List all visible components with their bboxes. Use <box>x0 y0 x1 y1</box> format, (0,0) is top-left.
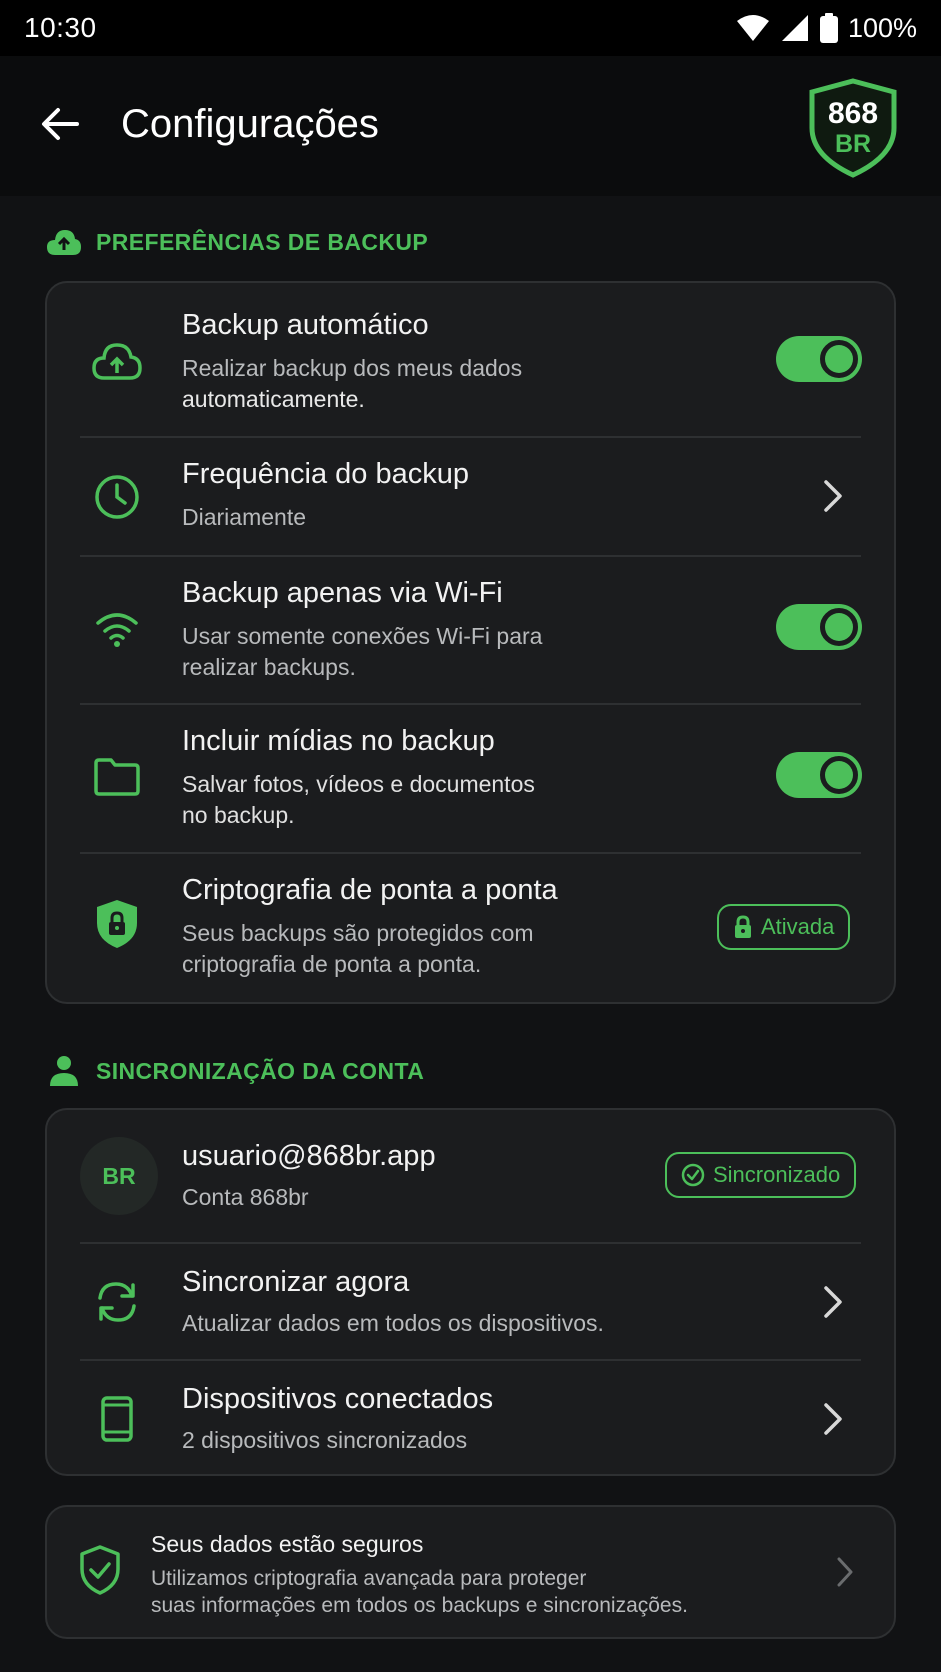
status-icons: 100% <box>736 13 917 44</box>
app-bar: Configurações 868 BR <box>0 56 941 196</box>
app-logo: 868 BR <box>809 78 897 178</box>
wifi-icon <box>89 601 145 657</box>
row-title: Incluir mídias no backup <box>182 725 495 757</box>
backup-frequency-row[interactable]: Frequência do backup Diariamente <box>47 438 894 555</box>
row-subtitle: Realizar backup dos meus dados automatic… <box>182 355 523 412</box>
page-title: Configurações <box>121 102 379 146</box>
shield-check-icon <box>80 1545 120 1595</box>
backup-section-header: PREFERÊNCIAS DE BACKUP <box>46 228 428 256</box>
shield-lock-icon <box>89 896 145 952</box>
wifi-only-row[interactable]: Backup apenas via Wi-Fi Usar somente con… <box>47 557 894 703</box>
encryption-row: Criptografia de ponta a ponta Seus backu… <box>47 854 894 1004</box>
chevron-right-icon <box>817 1282 849 1322</box>
include-media-row[interactable]: Incluir mídias no backup Salvar fotos, v… <box>47 705 894 852</box>
battery-icon <box>819 13 838 43</box>
sync-icon <box>89 1274 145 1330</box>
badge-label: Ativada <box>761 914 835 939</box>
account-section-header: SINCRONIZAÇÃO DA CONTA <box>46 1055 424 1087</box>
auto-backup-row[interactable]: Backup automático Realizar backup dos me… <box>47 283 894 436</box>
row-title: Frequência do backup <box>182 458 469 490</box>
svg-text:868: 868 <box>828 97 878 130</box>
arrow-back-icon <box>42 108 79 140</box>
chevron-right-icon <box>817 1399 849 1439</box>
account-name: Conta 868br <box>182 1184 309 1210</box>
row-subtitle: 2 dispositivos sincronizados <box>182 1427 468 1453</box>
person-icon <box>50 1056 78 1086</box>
signal-icon <box>781 15 808 41</box>
chevron-right-icon <box>837 1557 853 1592</box>
back-button[interactable] <box>36 100 84 148</box>
info-title: Seus dados estão seguros <box>151 1531 424 1557</box>
connected-devices-row[interactable]: Dispositivos conectados 2 dispositivos s… <box>47 1361 894 1476</box>
chevron-right-icon <box>817 476 849 516</box>
cloud-upload-icon <box>47 230 81 255</box>
row-subtitle: Diariamente <box>182 504 306 530</box>
svg-text:BR: BR <box>835 130 871 158</box>
data-security-card[interactable]: Seus dados estão seguros Utilizamos crip… <box>45 1505 896 1639</box>
folder-icon <box>89 749 145 805</box>
row-subtitle: Seus backups são protegidos com criptogr… <box>182 920 534 977</box>
lock-icon <box>735 915 751 938</box>
account-email: usuario@868br.app <box>182 1140 436 1172</box>
status-bar: 10:30 100% <box>0 0 941 56</box>
auto-backup-toggle[interactable] <box>776 336 862 382</box>
account-card: BR usuario@868br.app Conta 868br Sincron… <box>45 1108 896 1476</box>
row-title: Criptografia de ponta a ponta <box>182 874 558 906</box>
encryption-status-badge: Ativada <box>717 904 851 950</box>
section-title: PREFERÊNCIAS DE BACKUP <box>96 228 429 255</box>
clock-icon <box>89 469 145 525</box>
avatar: BR <box>80 1137 158 1215</box>
row-subtitle: Salvar fotos, vídeos e documentos no bac… <box>182 771 535 828</box>
account-row: BR usuario@868br.app Conta 868br Sincron… <box>47 1110 894 1242</box>
row-title: Backup apenas via Wi-Fi <box>182 577 503 609</box>
include-media-toggle[interactable] <box>776 752 862 798</box>
row-subtitle: Usar somente conexões Wi-Fi para realiza… <box>182 623 543 680</box>
backup-card: Backup automático Realizar backup dos me… <box>45 281 896 1004</box>
sync-now-row[interactable]: Sincronizar agora Atualizar dados em tod… <box>47 1244 894 1359</box>
status-time: 10:30 <box>24 12 97 43</box>
cloud-upload-outline-icon <box>89 333 145 389</box>
battery-percentage: 100% <box>847 12 917 43</box>
wifi-icon <box>736 15 769 41</box>
check-circle-icon <box>681 1163 705 1187</box>
smartphone-icon <box>89 1391 145 1447</box>
info-description: Utilizamos criptografia avançada para pr… <box>151 1567 688 1617</box>
sync-status-badge: Sincronizado <box>665 1152 857 1198</box>
row-title: Dispositivos conectados <box>182 1383 494 1415</box>
row-title: Sincronizar agora <box>182 1266 410 1298</box>
wifi-only-toggle[interactable] <box>776 604 862 650</box>
badge-label: Sincronizado <box>713 1162 841 1187</box>
row-title: Backup automático <box>182 309 429 341</box>
section-title: SINCRONIZAÇÃO DA CONTA <box>96 1057 425 1084</box>
row-subtitle: Atualizar dados em todos os dispositivos… <box>182 1310 604 1336</box>
